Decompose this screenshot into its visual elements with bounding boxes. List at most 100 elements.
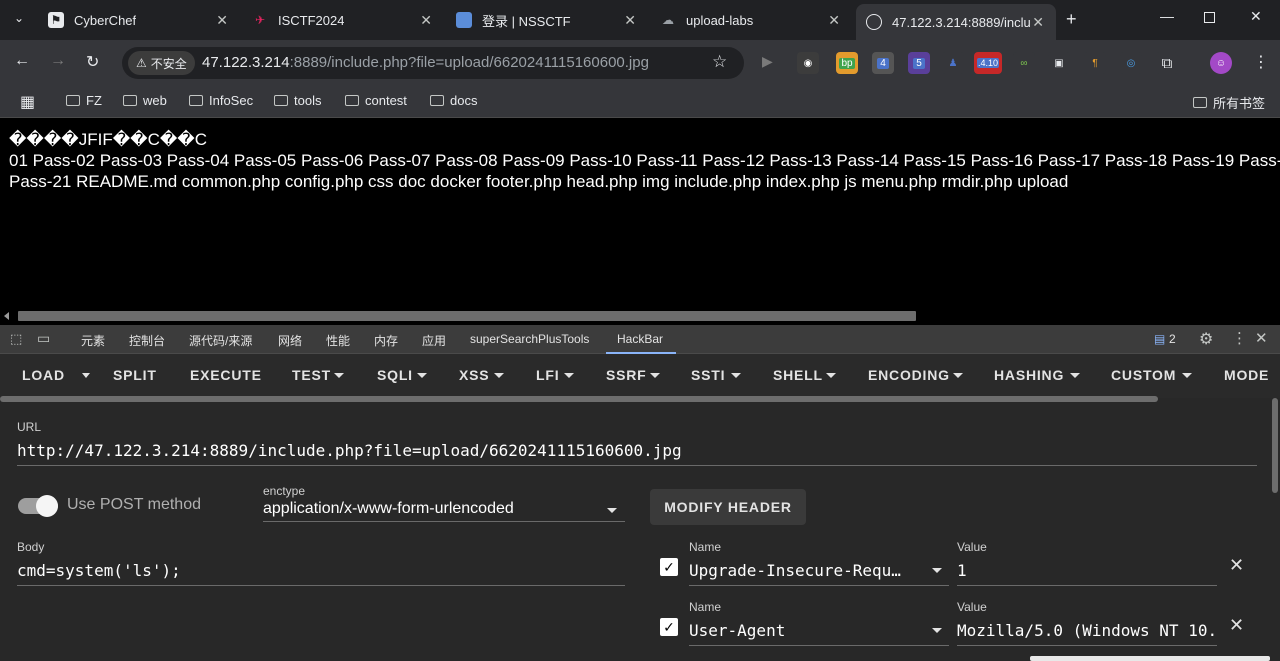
tab-hackbar[interactable]: HackBar xyxy=(617,332,663,346)
chevron-down-icon xyxy=(1182,373,1192,378)
issues-count[interactable]: 2 xyxy=(1169,332,1176,346)
test-menu[interactable]: TEST xyxy=(292,367,331,383)
url-text[interactable]: 47.122.3.214:8889/include.php?file=uploa… xyxy=(202,54,649,71)
bookmark-folder[interactable]: tools xyxy=(274,93,321,108)
tab-current[interactable]: 47.122.3.214:8889/inclu ✕ xyxy=(856,4,1056,40)
bottom-scrollbar[interactable] xyxy=(1030,656,1270,661)
card-extension-icon[interactable]: ▣ xyxy=(1048,52,1070,74)
puzzle-extension-icon[interactable]: ⧉ xyxy=(1156,52,1178,74)
bookmark-folder[interactable]: FZ xyxy=(66,93,102,108)
split-button[interactable]: SPLIT xyxy=(113,367,157,383)
bookmark-label: tools xyxy=(294,93,321,108)
modify-header-button[interactable]: MODIFY HEADER xyxy=(650,489,806,525)
tab-elements[interactable]: 元素 xyxy=(81,332,105,349)
ssti-menu[interactable]: SSTI xyxy=(691,367,725,383)
tab-nssctf[interactable]: 登录 | NSSCTF ✕ xyxy=(456,6,646,34)
bookmark-label: 所有书签 xyxy=(1213,93,1265,112)
back-icon[interactable]: ← xyxy=(14,52,30,70)
device-toggle-icon[interactable]: ▭ xyxy=(37,330,50,347)
horizontal-scrollbar[interactable] xyxy=(18,311,916,321)
url-input[interactable]: http://47.122.3.214:8889/include.php?fil… xyxy=(17,441,1257,460)
bookmark-star-icon[interactable]: ☆ xyxy=(712,52,727,72)
burp-extension-icon[interactable]: bp xyxy=(836,52,858,74)
reload-icon[interactable]: ↻ xyxy=(86,52,99,72)
header-enabled-checkbox[interactable]: ✓ xyxy=(660,618,678,636)
enctype-select[interactable]: application/x-www-form-urlencoded xyxy=(263,500,603,518)
body-input[interactable]: cmd=system('ls'); xyxy=(17,561,625,580)
menu-kebab-icon[interactable]: ⋮ xyxy=(1253,52,1269,72)
header-name-input[interactable]: Upgrade-Insecure-Requ… xyxy=(689,561,914,580)
tab-supersearch[interactable]: superSearchPlusTools xyxy=(470,332,589,346)
load-button[interactable]: LOAD xyxy=(22,367,65,383)
maximize-icon[interactable] xyxy=(1204,12,1215,23)
tab-search-icon[interactable]: ⌄ xyxy=(14,11,24,25)
play-icon[interactable]: ▶ xyxy=(762,53,773,70)
apps-grid-icon[interactable]: ▦ xyxy=(20,92,35,112)
shell-menu[interactable]: SHELL xyxy=(773,367,823,383)
header-value-label: Value xyxy=(957,600,987,614)
hashing-menu[interactable]: HASHING xyxy=(994,367,1064,383)
ssrf-menu[interactable]: SSRF xyxy=(606,367,647,383)
execute-button[interactable]: EXECUTE xyxy=(190,367,262,383)
close-icon[interactable]: ✕ xyxy=(420,12,432,29)
hat-extension-icon[interactable]: 5 xyxy=(908,52,930,74)
header-name-input[interactable]: User-Agent xyxy=(689,621,914,640)
devtools-menu-icon[interactable]: ⋮ xyxy=(1232,329,1247,347)
version-extension-icon[interactable]: .4.10 xyxy=(974,52,1002,74)
header-enabled-checkbox[interactable]: ✓ xyxy=(660,558,678,576)
post-method-label: Use POST method xyxy=(67,496,201,514)
tab-sources[interactable]: 源代码/来源 xyxy=(189,332,252,349)
folder-icon xyxy=(430,95,444,106)
all-bookmarks[interactable]: 所有书签 xyxy=(1193,93,1265,112)
bookmark-folder[interactable]: contest xyxy=(345,93,407,108)
issues-icon[interactable]: ▤ xyxy=(1154,332,1165,346)
tab-cyberchef[interactable]: ⚑ CyberChef ✕ xyxy=(48,6,238,34)
counter-extension-icon[interactable]: 4 xyxy=(872,52,894,74)
tab-performance[interactable]: 性能 xyxy=(326,332,350,349)
forward-icon[interactable]: → xyxy=(50,52,66,70)
hackbar-menu-scrollbar[interactable] xyxy=(0,396,1158,402)
lfi-menu[interactable]: LFI xyxy=(536,367,559,383)
inspect-icon[interactable]: ⬚ xyxy=(10,331,22,347)
circle-extension-icon[interactable]: ◎ xyxy=(1120,52,1142,74)
tab-console[interactable]: 控制台 xyxy=(129,332,165,349)
scroll-left-arrow[interactable] xyxy=(4,312,9,320)
close-icon[interactable]: ✕ xyxy=(828,12,840,29)
bookmark-folder[interactable]: InfoSec xyxy=(189,93,253,108)
header-value-input[interactable]: 1 xyxy=(957,561,1215,580)
custom-menu[interactable]: CUSTOM xyxy=(1111,367,1176,383)
robot-extension-icon[interactable]: ♟ xyxy=(942,52,964,74)
bookmark-label: web xyxy=(143,93,167,108)
bookmark-folder[interactable]: docs xyxy=(430,93,477,108)
remove-header-icon[interactable]: ✕ xyxy=(1229,555,1244,576)
paragraph-extension-icon[interactable]: ¶ xyxy=(1084,52,1106,74)
close-icon[interactable]: ✕ xyxy=(1032,14,1044,31)
new-tab-icon[interactable]: + xyxy=(1066,9,1077,30)
hackbar-vertical-scrollbar[interactable] xyxy=(1272,398,1278,493)
mode-menu[interactable]: MODE xyxy=(1224,367,1269,383)
security-chip[interactable]: ⚠ 不安全 xyxy=(128,51,195,75)
remove-header-icon[interactable]: ✕ xyxy=(1229,615,1244,636)
tab-application[interactable]: 应用 xyxy=(422,332,446,349)
tab-network[interactable]: 网络 xyxy=(278,332,302,349)
bookmark-label: docs xyxy=(450,93,477,108)
tab-memory[interactable]: 内存 xyxy=(374,332,398,349)
load-dropdown-icon[interactable] xyxy=(82,373,90,378)
tab-isctf[interactable]: ✈ ISCTF2024 ✕ xyxy=(252,6,442,34)
tab-upload-labs[interactable]: ☁ upload-labs ✕ xyxy=(660,6,850,34)
bookmark-folder[interactable]: web xyxy=(123,93,167,108)
spy-extension-icon[interactable]: ◉ xyxy=(797,52,819,74)
window-close-icon[interactable]: ✕ xyxy=(1250,8,1262,25)
minimize-icon[interactable]: — xyxy=(1160,8,1174,24)
devtools-close-icon[interactable]: ✕ xyxy=(1255,329,1268,347)
close-icon[interactable]: ✕ xyxy=(216,12,228,29)
link-extension-icon[interactable]: ∞ xyxy=(1013,52,1035,74)
xss-menu[interactable]: XSS xyxy=(459,367,489,383)
encoding-menu[interactable]: ENCODING xyxy=(868,367,950,383)
close-icon[interactable]: ✕ xyxy=(624,12,636,29)
header-value-input[interactable]: Mozilla/5.0 (Windows NT 10. xyxy=(957,621,1217,640)
sqli-menu[interactable]: SQLI xyxy=(377,367,413,383)
profile-avatar[interactable]: ☺ xyxy=(1210,52,1232,74)
address-bar[interactable]: ⚠ 不安全 47.122.3.214:8889/include.php?file… xyxy=(122,47,744,79)
settings-icon[interactable]: ⚙ xyxy=(1199,329,1213,349)
